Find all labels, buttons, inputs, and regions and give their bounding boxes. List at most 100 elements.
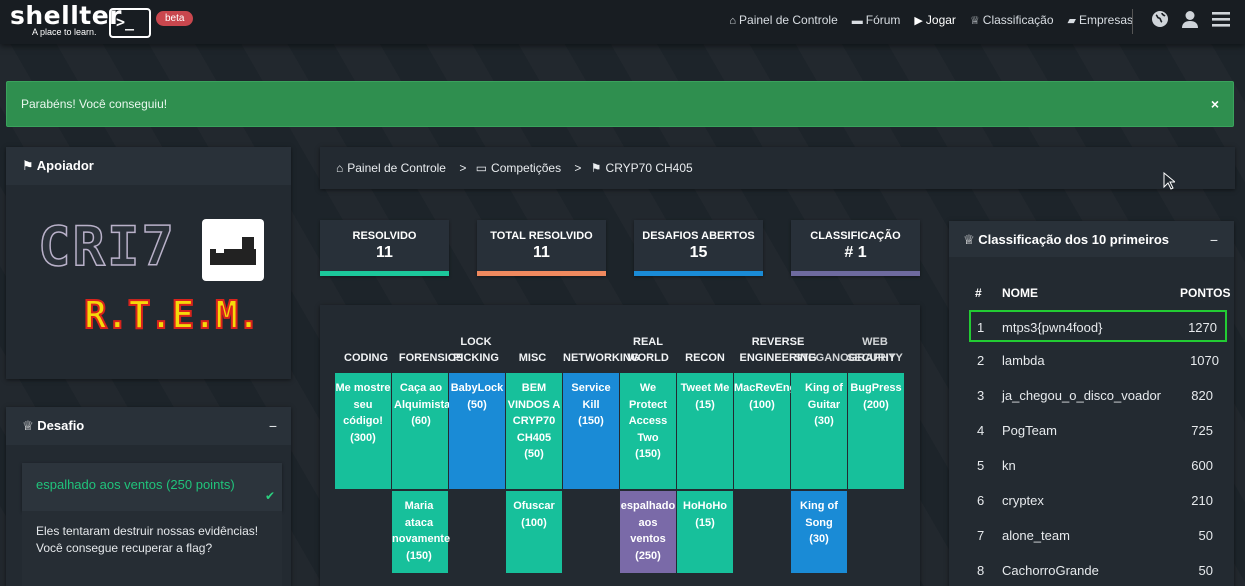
stat-bar: [791, 271, 920, 276]
challenge-tile[interactable]: We Protect Access Two (150): [620, 373, 676, 489]
leaderboard-row[interactable]: 6 cryptex 210: [969, 485, 1227, 517]
challenge-tile[interactable]: HoHoHo (15): [677, 491, 733, 573]
stat-desafios-abertos: DESAFIOS ABERTOS 15: [634, 220, 763, 276]
folder-icon: ▬: [851, 15, 863, 27]
challenge-tile-points: (50): [524, 448, 544, 460]
challenge-tile[interactable]: BabyLock (50): [449, 373, 505, 489]
row-name: lambda: [1002, 353, 1045, 368]
row-name: cryptex: [1002, 493, 1044, 508]
nav-classificacao[interactable]: ♕ Classificação: [970, 13, 1054, 27]
flag-icon: ⚑: [22, 158, 34, 173]
leaderboard-row[interactable]: 8 CachorroGrande 50: [969, 555, 1227, 586]
challenge-header: ♕ Desafio: [6, 407, 291, 445]
leaderboard-row[interactable]: 4 PogTeam 725: [969, 415, 1227, 447]
home-icon: ⌂: [729, 15, 737, 27]
challenge-tile-points: (100): [521, 516, 547, 529]
challenge-tile[interactable]: Tweet Me (15): [677, 373, 733, 489]
challenge-tile[interactable]: Maria ataca novamente (150): [392, 491, 450, 573]
challenge-tile[interactable]: Caça ao Alquimista (60): [392, 373, 451, 489]
row-rank: 7: [977, 528, 985, 543]
row-name: mtps3{pwn4food}: [1002, 320, 1103, 335]
row-name: kn: [1002, 458, 1016, 473]
challenge-tile-title: Me mostre seu código!: [335, 382, 391, 427]
row-points: 725: [1191, 423, 1213, 438]
close-icon[interactable]: ×: [1211, 96, 1219, 112]
leaderboard-row-highlighted[interactable]: 1 mtps3{pwn4food} 1270: [969, 310, 1227, 342]
stat-label: DESAFIOS ABERTOS: [642, 230, 755, 242]
sponsor-title: Apoiador: [36, 158, 94, 173]
stat-label: TOTAL RESOLVIDO: [490, 230, 593, 242]
col-name: NOME: [1002, 286, 1038, 300]
challenge-tile-title: HoHoHo: [683, 500, 727, 512]
row-points: 600: [1191, 458, 1213, 473]
challenge-tile[interactable]: King of Song (30): [791, 491, 847, 573]
challenge-tile-points: (150): [406, 549, 432, 562]
sponsor-logo[interactable]: CRI7 R.T.E.M.: [34, 215, 264, 355]
breadcrumb-item[interactable]: Competições: [491, 161, 561, 175]
challenge-tile[interactable]: BugPress (200): [848, 373, 904, 489]
sponsor-panel: ⚑ Apoiador CRI7 R.T.E.M.: [6, 147, 291, 379]
leaderboard-row[interactable]: 5 kn 600: [969, 450, 1227, 482]
challenge-tile-points: (50): [467, 398, 487, 411]
row-name: ja_chegou_o_disco_voador: [1002, 388, 1162, 403]
success-alert: Parabéns! Você conseguiu! ×: [6, 81, 1234, 127]
col-points: PONTOS: [1180, 286, 1231, 300]
collapse-icon[interactable]: −: [269, 418, 277, 434]
stat-label: CLASSIFICAÇÃO: [810, 230, 901, 242]
challenge-tile[interactable]: King of Guitar (30): [791, 373, 847, 489]
nav-forum[interactable]: ▬ Fórum: [852, 13, 901, 27]
stat-total-resolvido: TOTAL RESOLVIDO 11: [477, 220, 606, 276]
row-name: PogTeam: [1002, 423, 1057, 438]
stat-bar: [477, 271, 606, 276]
check-icon: ✔: [264, 489, 275, 503]
stat-label: RESOLVIDO: [352, 230, 417, 242]
play-icon: ▶: [914, 15, 923, 27]
challenge-tile-title: King of Song: [800, 500, 838, 529]
globe-icon[interactable]: [1151, 10, 1169, 33]
challenge-tile-title: BabyLock: [450, 382, 504, 394]
flag-icon: ⚑: [590, 161, 602, 175]
challenge-tile-title: BEM VINDOS A CRYP70 CH405: [507, 382, 561, 444]
stat-bar: [320, 271, 449, 276]
challenge-tile-points: (250): [635, 549, 661, 562]
breadcrumb-item[interactable]: Painel de Controle: [347, 161, 446, 175]
trophy-icon: ♕: [969, 15, 980, 27]
category-web-security: WEB SECURITY: [847, 336, 903, 364]
challenge-tile-points: (150): [578, 415, 604, 427]
shellter-logo[interactable]: shellter A place to learn. >_: [10, 2, 151, 38]
challenge-tile-current[interactable]: espalhado aos ventos (250): [620, 491, 676, 573]
stat-classificacao: CLASSIFICAÇÃO # 1: [791, 220, 920, 276]
challenge-tile[interactable]: Me mostre seu código! (300): [335, 373, 391, 489]
row-name: alone_team: [1002, 528, 1070, 543]
logo-tagline: A place to learn.: [32, 27, 97, 37]
nav-label: Jogar: [925, 13, 956, 27]
row-rank: 5: [977, 458, 985, 473]
row-rank: 2: [977, 353, 985, 368]
collapse-icon[interactable]: −: [1210, 232, 1218, 248]
challenge-tile[interactable]: MacRevEngR (100): [734, 373, 804, 489]
row-points: 50: [1198, 563, 1213, 578]
challenge-tile[interactable]: BEM VINDOS A CRYP70 CH405 (50): [506, 373, 562, 489]
leaderboard-row[interactable]: 2 lambda 1070: [969, 345, 1227, 377]
challenge-panel: ♕ Desafio − espalhado aos ventos (250 po…: [6, 407, 291, 586]
challenge-tile-points: (60): [411, 415, 431, 427]
challenge-tile-title: Caça ao Alquimista: [394, 382, 451, 411]
briefcase-icon: ▰: [1067, 15, 1076, 27]
challenge-tile[interactable]: Service Kill (150): [563, 373, 619, 489]
leaderboard-row[interactable]: 7 alone_team 50: [969, 520, 1227, 552]
nav-painel[interactable]: ⌂ Painel de Controle: [729, 13, 837, 27]
nav-label: Fórum: [865, 13, 901, 27]
leaderboard-row[interactable]: 3 ja_chegou_o_disco_voador 820: [969, 380, 1227, 412]
challenge-tile[interactable]: Ofuscar (100): [506, 491, 562, 573]
nav-empresas[interactable]: ▰ Empresas: [1068, 13, 1134, 27]
nav-jogar[interactable]: ▶ Jogar: [914, 13, 956, 27]
beta-badge: beta: [156, 11, 194, 26]
row-rank: 4: [977, 423, 985, 438]
leaderboard-title: Classificação dos 10 primeiros: [978, 232, 1170, 247]
user-icon[interactable]: [1181, 10, 1199, 33]
nav-label: Empresas: [1078, 13, 1133, 27]
challenge-board: CODING FORENSICS LOCK PICKING MISC NETWO…: [320, 305, 920, 586]
challenge-name: espalhado aos ventos (250 points): [22, 463, 282, 511]
category-misc: MISC: [518, 352, 547, 364]
menu-icon[interactable]: [1212, 10, 1230, 33]
